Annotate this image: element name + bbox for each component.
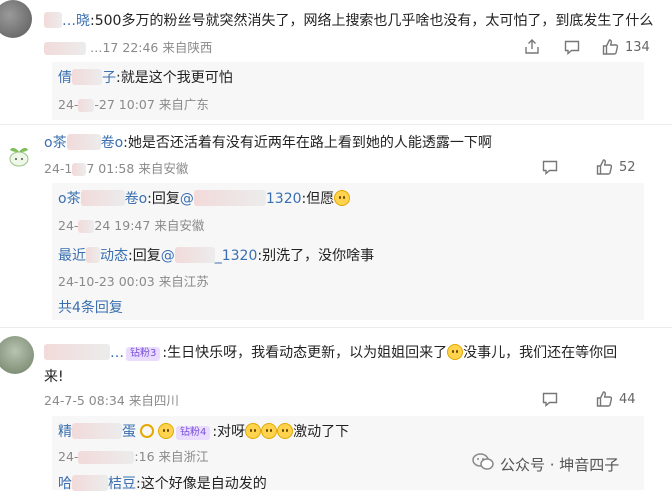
more-replies-link[interactable]: 共4条回复 <box>58 298 123 318</box>
reply-3-1-line: 精蛋钻粉4:对呀 激动了下 <box>58 423 350 440</box>
comment-3-text: :生日快乐呀，我看动态更新，以为姐姐回来了 <box>162 345 448 361</box>
comment-3-like-count: 44 <box>619 391 636 407</box>
reply-1-1-text: :就是这个我更可怕 <box>116 70 233 86</box>
comment-2-location: 来自安徽 <box>138 161 189 176</box>
comment-2-line: o茶 卷o:她是否还活着有没有近两年在路上看到她的人能透露一下啊 <box>44 133 492 153</box>
share-icon[interactable] <box>523 38 541 56</box>
fan-badge: 钻粉3 <box>126 347 161 361</box>
reply-2-1-mention[interactable]: @1320 <box>180 190 302 207</box>
reply-2-1-line: o茶 卷o:回复@ 1320:但愿 <box>58 189 351 209</box>
watermark-label: 公众号 · 坤音四子 <box>500 455 620 474</box>
comment-2-meta: 24-1 7 01:58 来自安徽 <box>44 161 189 176</box>
comment-1-meta: …17 22:46 来自陕西 <box>44 39 212 57</box>
reply-3-1-username[interactable]: 精蛋 <box>58 423 136 440</box>
comment-1-line: …晓:500多万的粉丝号就突然消失了，网络上搜索也几乎啥也没有，太可怕了，到底发… <box>44 11 653 31</box>
reply-3-2-line: 哈桔豆:这个好像是自动发的 <box>58 474 267 494</box>
emoji-icon <box>245 423 262 439</box>
comment-3-line-1: … 钻粉3:生日快乐呀，我看动态更新，以为姐姐回来了 没事儿，我们还在等你回 <box>44 343 617 363</box>
reply-2-2-meta: 24-10-23 00:03 来自江苏 <box>58 273 209 291</box>
reply-1-1-meta: 24- -27 10:07 来自广东 <box>58 97 209 112</box>
thumbs-up-icon[interactable] <box>595 158 613 176</box>
reply-2-1-text: :但愿 <box>301 191 335 207</box>
gold-medal-icon <box>140 424 154 438</box>
reply-2-2-location: 来自江苏 <box>158 274 209 289</box>
comment-2-replies: o茶 卷o:回复@ 1320:但愿 24- 24 19:47 来自安徽 最近 动态:回复… <box>52 183 644 320</box>
comment-1-location: 来自陕西 <box>162 40 213 55</box>
comment-1-replies: 倩子:就是这个我更可怕 24- -27 10:07 来自广东 <box>52 62 644 120</box>
reply-2-1-username[interactable]: o茶 卷o <box>58 190 147 207</box>
reply-2-2-time: 24-10-23 00:03 <box>58 274 155 289</box>
emoji-icon <box>277 423 294 439</box>
comment-2-like-count: 52 <box>619 159 636 175</box>
comment-2-username[interactable]: o茶 卷o <box>44 134 123 151</box>
comment-3-actions: 44 <box>541 390 636 408</box>
comment-3-time: 24-7-5 08:34 <box>44 393 125 408</box>
thumbs-up-icon[interactable] <box>595 390 613 408</box>
reply-3-1-meta: 24-:16 来自浙江 <box>58 449 209 464</box>
avatar[interactable] <box>0 133 38 171</box>
comment-3-location: 来自四川 <box>128 393 179 408</box>
comment-1-username[interactable]: …晓 <box>62 13 90 29</box>
emoji-icon <box>334 190 351 206</box>
emoji-icon <box>158 423 174 439</box>
avatar[interactable] <box>0 0 32 38</box>
reply-2-1-location: 来自安徽 <box>154 218 205 233</box>
reply-2-1-meta: 24- 24 19:47 来自安徽 <box>58 218 205 233</box>
comment-3-line-2: 来! <box>44 369 64 385</box>
thumbs-up-icon[interactable] <box>601 38 619 56</box>
reply-2-2-line: 最近 动态:回复@ _1320:别洗了，没你啥事 <box>58 247 375 264</box>
watermark: 公众号 · 坤音四子 <box>472 452 619 476</box>
comment-icon[interactable] <box>541 390 559 408</box>
reply-1-1-line: 倩子:就是这个我更可怕 <box>58 68 233 88</box>
emoji-icon <box>261 423 278 439</box>
avatar[interactable] <box>0 336 34 374</box>
reply-2-2-username[interactable]: 最近 动态 <box>58 247 128 264</box>
divider <box>0 124 672 125</box>
divider <box>0 327 672 328</box>
comment-1-text: :500多万的粉丝号就突然消失了，网络上搜索也几乎啥也没有，太可怕了，到底发生了… <box>90 13 654 29</box>
reply-2-2-text: :别洗了，没你啥事 <box>257 248 375 264</box>
comment-2-actions: 52 <box>541 158 636 176</box>
wechat-icon <box>472 452 494 476</box>
sprout-icon <box>9 147 29 167</box>
fan-badge: 钻粉4 <box>176 426 211 440</box>
comment-2-text: :她是否还活着有没有近两年在路上看到她的人能透露一下啊 <box>123 135 492 151</box>
reply-1-1-username[interactable]: 倩子 <box>58 69 116 86</box>
emoji-icon <box>447 344 464 360</box>
comment-1-time: …17 22:46 <box>89 40 159 55</box>
comment-1-like-count: 134 <box>625 39 650 55</box>
comment-3-username[interactable]: … <box>44 344 124 361</box>
comment-icon[interactable] <box>563 38 581 56</box>
reply-3-1-text: :对呀 <box>212 424 246 440</box>
reply-2-2-mention[interactable]: @ _1320 <box>161 247 257 264</box>
reply-1-1-location: 来自广东 <box>158 97 209 112</box>
reply-3-1-location: 来自浙江 <box>158 449 209 464</box>
comment-3-meta: 24-7-5 08:34 来自四川 <box>44 392 179 410</box>
comment-1-actions: 134 <box>523 38 650 56</box>
comment-icon[interactable] <box>541 158 559 176</box>
